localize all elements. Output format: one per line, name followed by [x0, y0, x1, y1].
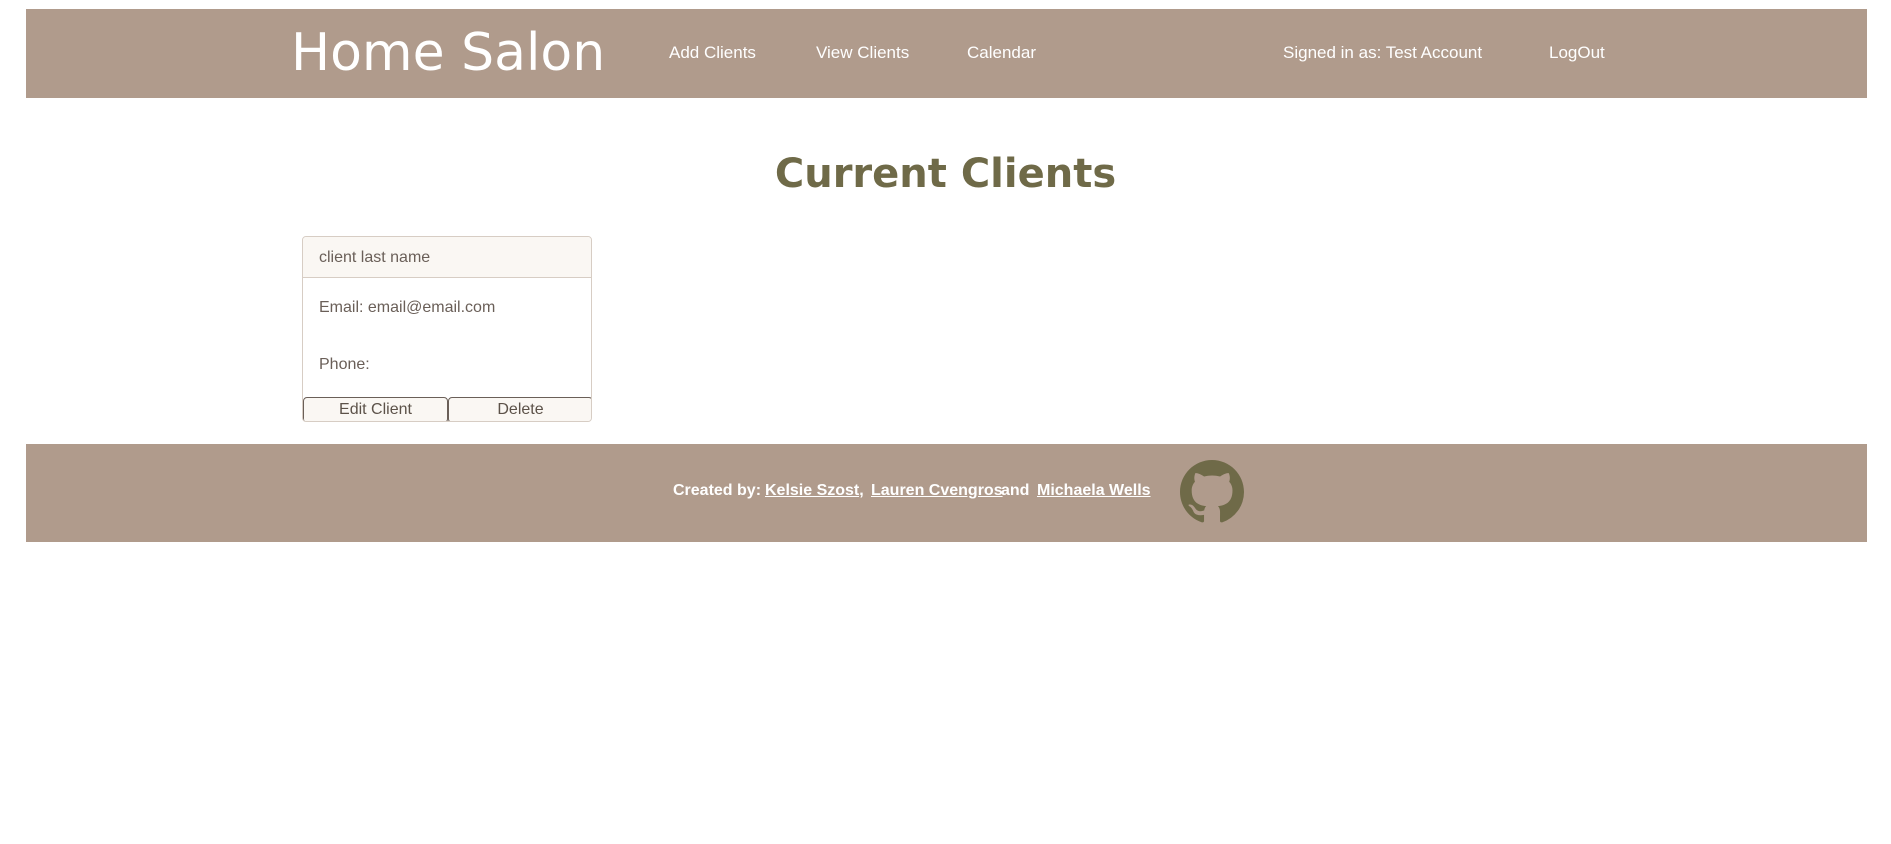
github-icon[interactable]: [1180, 460, 1244, 524]
top-navbar: Home Salon Add Clients View Clients Cale…: [26, 9, 1867, 98]
credit-label: Created by:: [673, 482, 762, 499]
footer: Created by: Kelsie Szost, Lauren Cvengro…: [26, 444, 1867, 542]
nav-view-clients-link[interactable]: View Clients: [816, 43, 909, 63]
brand-title[interactable]: Home Salon: [291, 23, 605, 83]
edit-client-button[interactable]: Edit Client: [303, 397, 448, 421]
signed-in-status: Signed in as: Test Account: [1283, 43, 1483, 62]
page-title: Current Clients: [774, 151, 1117, 197]
client-card: client last name Email: email@email.com …: [302, 236, 592, 422]
nav-calendar-link[interactable]: Calendar: [967, 43, 1036, 63]
logout-link[interactable]: LogOut: [1549, 43, 1605, 63]
author-link-michaela[interactable]: Michaela Wells: [1037, 481, 1151, 501]
client-phone: Phone:: [319, 356, 370, 373]
and-separator: and: [1001, 482, 1030, 499]
client-name: client last name: [303, 237, 591, 278]
author-link-lauren[interactable]: Lauren Cvengros: [871, 481, 1003, 501]
delete-client-button[interactable]: Delete: [448, 397, 591, 421]
author-link-kelsie[interactable]: Kelsie Szost,: [765, 481, 864, 501]
nav-add-clients-link[interactable]: Add Clients: [669, 43, 756, 63]
client-email: Email: email@email.com: [319, 299, 496, 316]
